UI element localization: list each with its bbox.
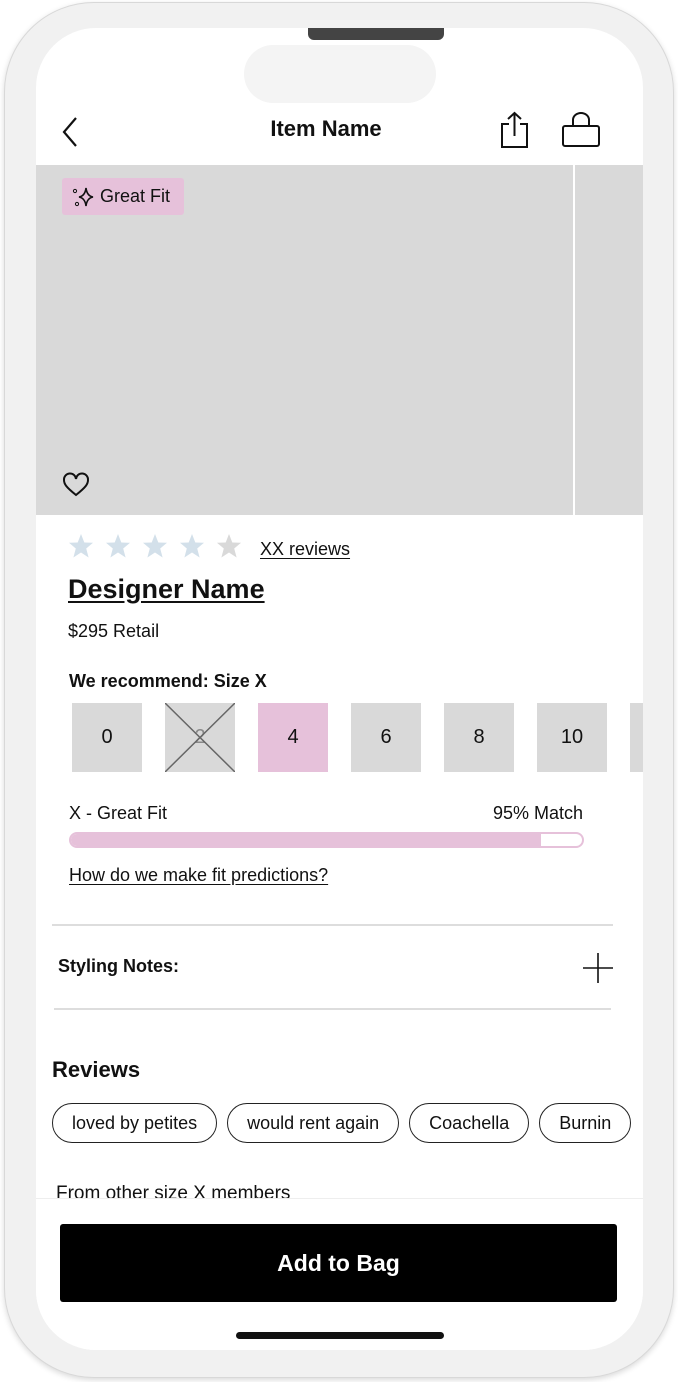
- size-option[interactable]: 6: [351, 703, 421, 772]
- size-option[interactable]: [630, 703, 643, 772]
- size-label: 0: [101, 726, 113, 748]
- size-label: 6: [380, 726, 392, 748]
- size-option[interactable]: 4: [258, 703, 328, 772]
- star-rating: [68, 533, 242, 559]
- review-tag-chip[interactable]: Coachella: [409, 1103, 530, 1143]
- divider: [54, 1008, 611, 1010]
- home-indicator[interactable]: [236, 1332, 444, 1339]
- divider: [52, 924, 613, 926]
- size-option[interactable]: 8: [444, 703, 514, 772]
- fit-label: X - Great Fit: [69, 803, 168, 823]
- star-icon: [217, 534, 241, 558]
- top-bezel: [308, 28, 444, 40]
- size-option[interactable]: 0: [72, 703, 142, 772]
- add-to-bag-button[interactable]: Add to Bag: [60, 1224, 617, 1302]
- next-product-image[interactable]: [575, 165, 643, 515]
- plus-icon[interactable]: [581, 951, 615, 985]
- size-label: 10: [560, 726, 584, 748]
- reviews-link[interactable]: XX reviews: [260, 539, 350, 560]
- review-tag-chip[interactable]: would rent again: [227, 1103, 400, 1143]
- fit-predictions-link[interactable]: How do we make fit predictions?: [69, 865, 328, 886]
- star-icon: [106, 534, 130, 558]
- retail-price: $295 Retail: [68, 621, 160, 641]
- star-icon: [69, 534, 93, 558]
- size-option[interactable]: 2: [165, 703, 235, 772]
- size-option[interactable]: 10: [537, 703, 607, 772]
- badge-label: Great Fit: [100, 186, 171, 206]
- product-image[interactable]: [36, 165, 573, 515]
- size-selector: 0 2 4 6 8 10: [72, 703, 643, 772]
- review-tag-chip[interactable]: Burnin: [539, 1103, 632, 1143]
- screen: Item Name Great Fit XX reviews Designer …: [36, 28, 643, 1350]
- review-tag-chip[interactable]: loved by petites: [52, 1103, 218, 1143]
- review-tags: loved by petites would rent again Coachell…: [52, 1103, 632, 1143]
- size-label: 4: [287, 726, 299, 748]
- shopping-bag-icon[interactable]: [561, 112, 601, 148]
- reviews-title: Reviews: [52, 1057, 141, 1082]
- great-fit-badge: Great Fit: [62, 178, 185, 215]
- share-icon[interactable]: [500, 110, 530, 150]
- designer-name[interactable]: Designer Name: [68, 574, 265, 605]
- size-label: 8: [473, 726, 485, 748]
- size-recommendation: We recommend: Size X: [69, 671, 267, 691]
- star-icon: [180, 534, 204, 558]
- styling-notes-label: Styling Notes:: [58, 956, 180, 976]
- sparkle-icon: [72, 187, 94, 206]
- heart-icon[interactable]: [62, 472, 90, 498]
- unavailable-cross-icon: [165, 703, 235, 772]
- match-label: 95% Match: [492, 803, 583, 823]
- dynamic-island: [244, 45, 436, 103]
- fit-match-bar: [69, 832, 584, 848]
- star-icon: [143, 534, 167, 558]
- fit-match-fill: [71, 834, 542, 846]
